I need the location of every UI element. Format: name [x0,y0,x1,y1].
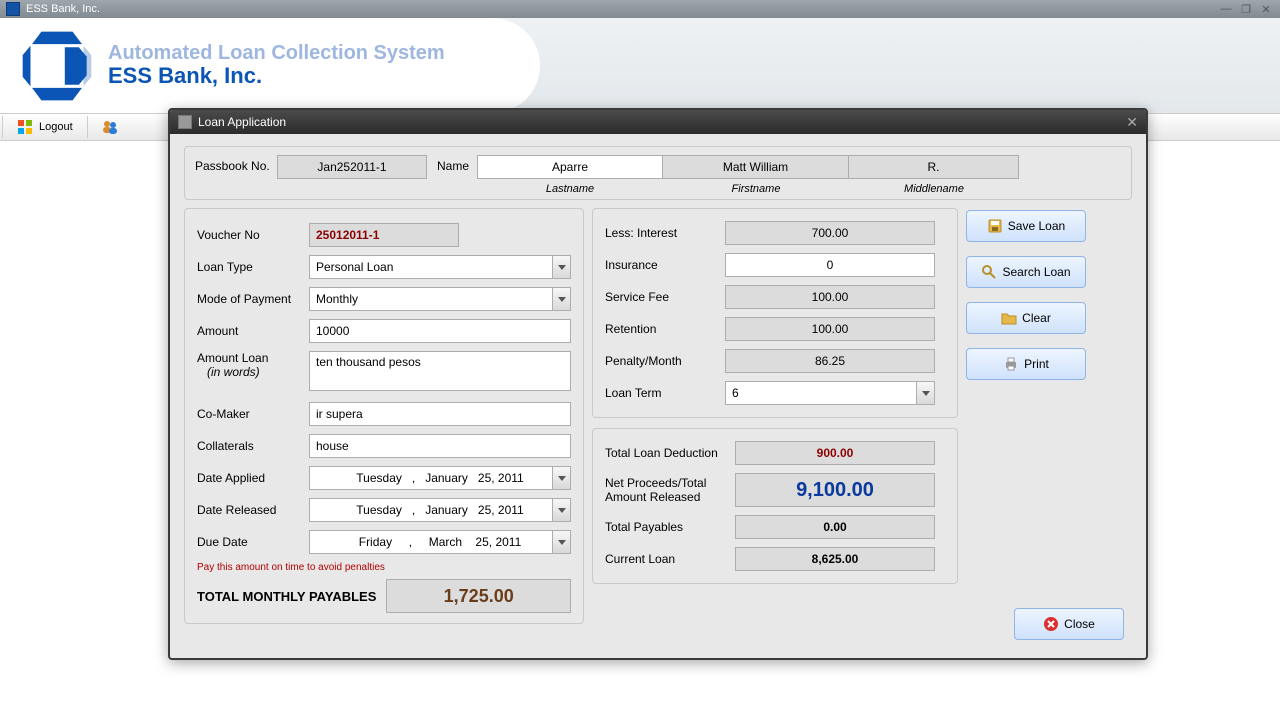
minimize-button[interactable]: — [1218,2,1234,16]
print-icon [1003,356,1019,372]
firstname-sublabel: Firstname [663,183,849,195]
loan-type-label: Loan Type [197,260,309,274]
passbook-value: Jan252011-1 [277,155,427,179]
banner-subtitle: Automated Loan Collection System [108,42,445,65]
voucher-label: Voucher No [197,228,309,242]
current-loan-value: 8,625.00 [735,547,935,571]
close-button[interactable]: Close [1014,608,1124,640]
toolbar-item-2[interactable] [90,114,128,140]
dialog-titlebar[interactable]: Loan Application ✕ [170,110,1146,134]
service-fee-label: Service Fee [605,290,725,304]
collaterals-input[interactable] [309,434,571,458]
collaterals-label: Collaterals [197,439,309,453]
comaker-input[interactable] [309,402,571,426]
penalty-value: 86.25 [725,349,935,373]
app-titlebar: ESS Bank, Inc. — ❐ ✕ [0,0,1280,18]
passbook-label: Passbook No. [195,155,277,173]
lastname-sublabel: Lastname [477,183,663,195]
comaker-label: Co-Maker [197,407,309,421]
chevron-down-icon[interactable] [552,256,570,278]
save-icon [987,218,1003,234]
logout-label: Logout [39,121,73,133]
app-icon [6,2,20,16]
dialog-title: Loan Application [198,115,286,129]
due-date-label: Due Date [197,535,309,549]
total-payables-value: 0.00 [735,515,935,539]
banner-title: ESS Bank, Inc. [108,63,445,89]
mode-select[interactable] [309,287,571,311]
dialog-icon [178,115,192,129]
chevron-down-icon[interactable] [552,467,570,489]
loan-term-value[interactable] [725,381,935,405]
retention-label: Retention [605,322,725,336]
loan-term-label: Loan Term [605,386,725,400]
middlename-field[interactable]: R. [849,155,1019,179]
mode-value[interactable] [309,287,571,311]
date-applied-picker[interactable] [309,466,571,490]
people-icon [102,119,118,135]
header-panel: Passbook No. Jan252011-1 Name Aparre Mat… [184,146,1132,200]
chevron-down-icon[interactable] [552,499,570,521]
lastname-field[interactable]: Aparre [477,155,663,179]
date-released-label: Date Released [197,503,309,517]
totals-panel: Total Loan Deduction900.00 Net Proceeds/… [592,428,958,584]
close-icon [1043,616,1059,632]
window-close-button[interactable]: ✕ [1258,2,1274,16]
mode-label: Mode of Payment [197,292,309,306]
date-released-picker[interactable] [309,498,571,522]
amount-label: Amount [197,324,309,338]
windows-flag-icon [17,119,33,135]
due-date-picker[interactable] [309,530,571,554]
loan-type-select[interactable] [309,255,571,279]
chevron-down-icon[interactable] [916,382,934,404]
maximize-button[interactable]: ❐ [1238,2,1254,16]
loan-application-dialog: Loan Application ✕ Passbook No. Jan25201… [168,108,1148,660]
interest-value: 700.00 [725,221,935,245]
penalty-warning: Pay this amount on time to avoid penalti… [197,562,571,573]
dialog-close-x[interactable]: ✕ [1126,114,1138,131]
clear-button[interactable]: Clear [966,302,1086,334]
search-loan-button[interactable]: Search Loan [966,256,1086,288]
banner: Automated Loan Collection System ESS Ban… [0,18,1280,113]
amount-input[interactable] [309,319,571,343]
middlename-sublabel: Middlename [849,183,1019,195]
deductions-panel: Less: Interest700.00 Insurance0 Service … [592,208,958,418]
chevron-down-icon[interactable] [552,288,570,310]
amount-words-label: Amount Loan (in words) [197,351,309,379]
date-applied-value[interactable] [309,466,571,490]
interest-label: Less: Interest [605,226,725,240]
due-date-value[interactable] [309,530,571,554]
loan-details-panel: Voucher No 25012011-1 Loan Type Mode of … [184,208,584,624]
action-button-column: Save Loan Search Loan Clear Print [966,208,1086,624]
firstname-field[interactable]: Matt William [663,155,849,179]
chevron-down-icon[interactable] [552,531,570,553]
date-released-value[interactable] [309,498,571,522]
amount-words-input[interactable]: ten thousand pesos [309,351,571,391]
net-proceeds-value: 9,100.00 [735,473,935,507]
save-loan-button[interactable]: Save Loan [966,210,1086,242]
name-label: Name [427,155,477,173]
voucher-value: 25012011-1 [309,223,459,247]
date-applied-label: Date Applied [197,471,309,485]
app-title: ESS Bank, Inc. [26,3,100,15]
total-monthly-value: 1,725.00 [386,579,571,613]
deduction-value: 900.00 [735,441,935,465]
insurance-input[interactable]: 0 [725,253,935,277]
penalty-label: Penalty/Month [605,354,725,368]
insurance-label: Insurance [605,258,725,272]
logout-button[interactable]: Logout [5,114,85,140]
loan-term-select[interactable] [725,381,935,405]
deduction-label: Total Loan Deduction [605,446,735,460]
total-payables-label: Total Payables [605,520,735,534]
retention-value: 100.00 [725,317,935,341]
folder-icon [1001,310,1017,326]
net-proceeds-label: Net Proceeds/TotalAmount Released [605,476,735,505]
print-button[interactable]: Print [966,348,1086,380]
total-monthly-label: TOTAL MONTHLY PAYABLES [197,589,376,604]
loan-type-value[interactable] [309,255,571,279]
bank-logo-icon [18,27,96,105]
service-fee-value: 100.00 [725,285,935,309]
search-icon [981,264,997,280]
current-loan-label: Current Loan [605,552,735,566]
